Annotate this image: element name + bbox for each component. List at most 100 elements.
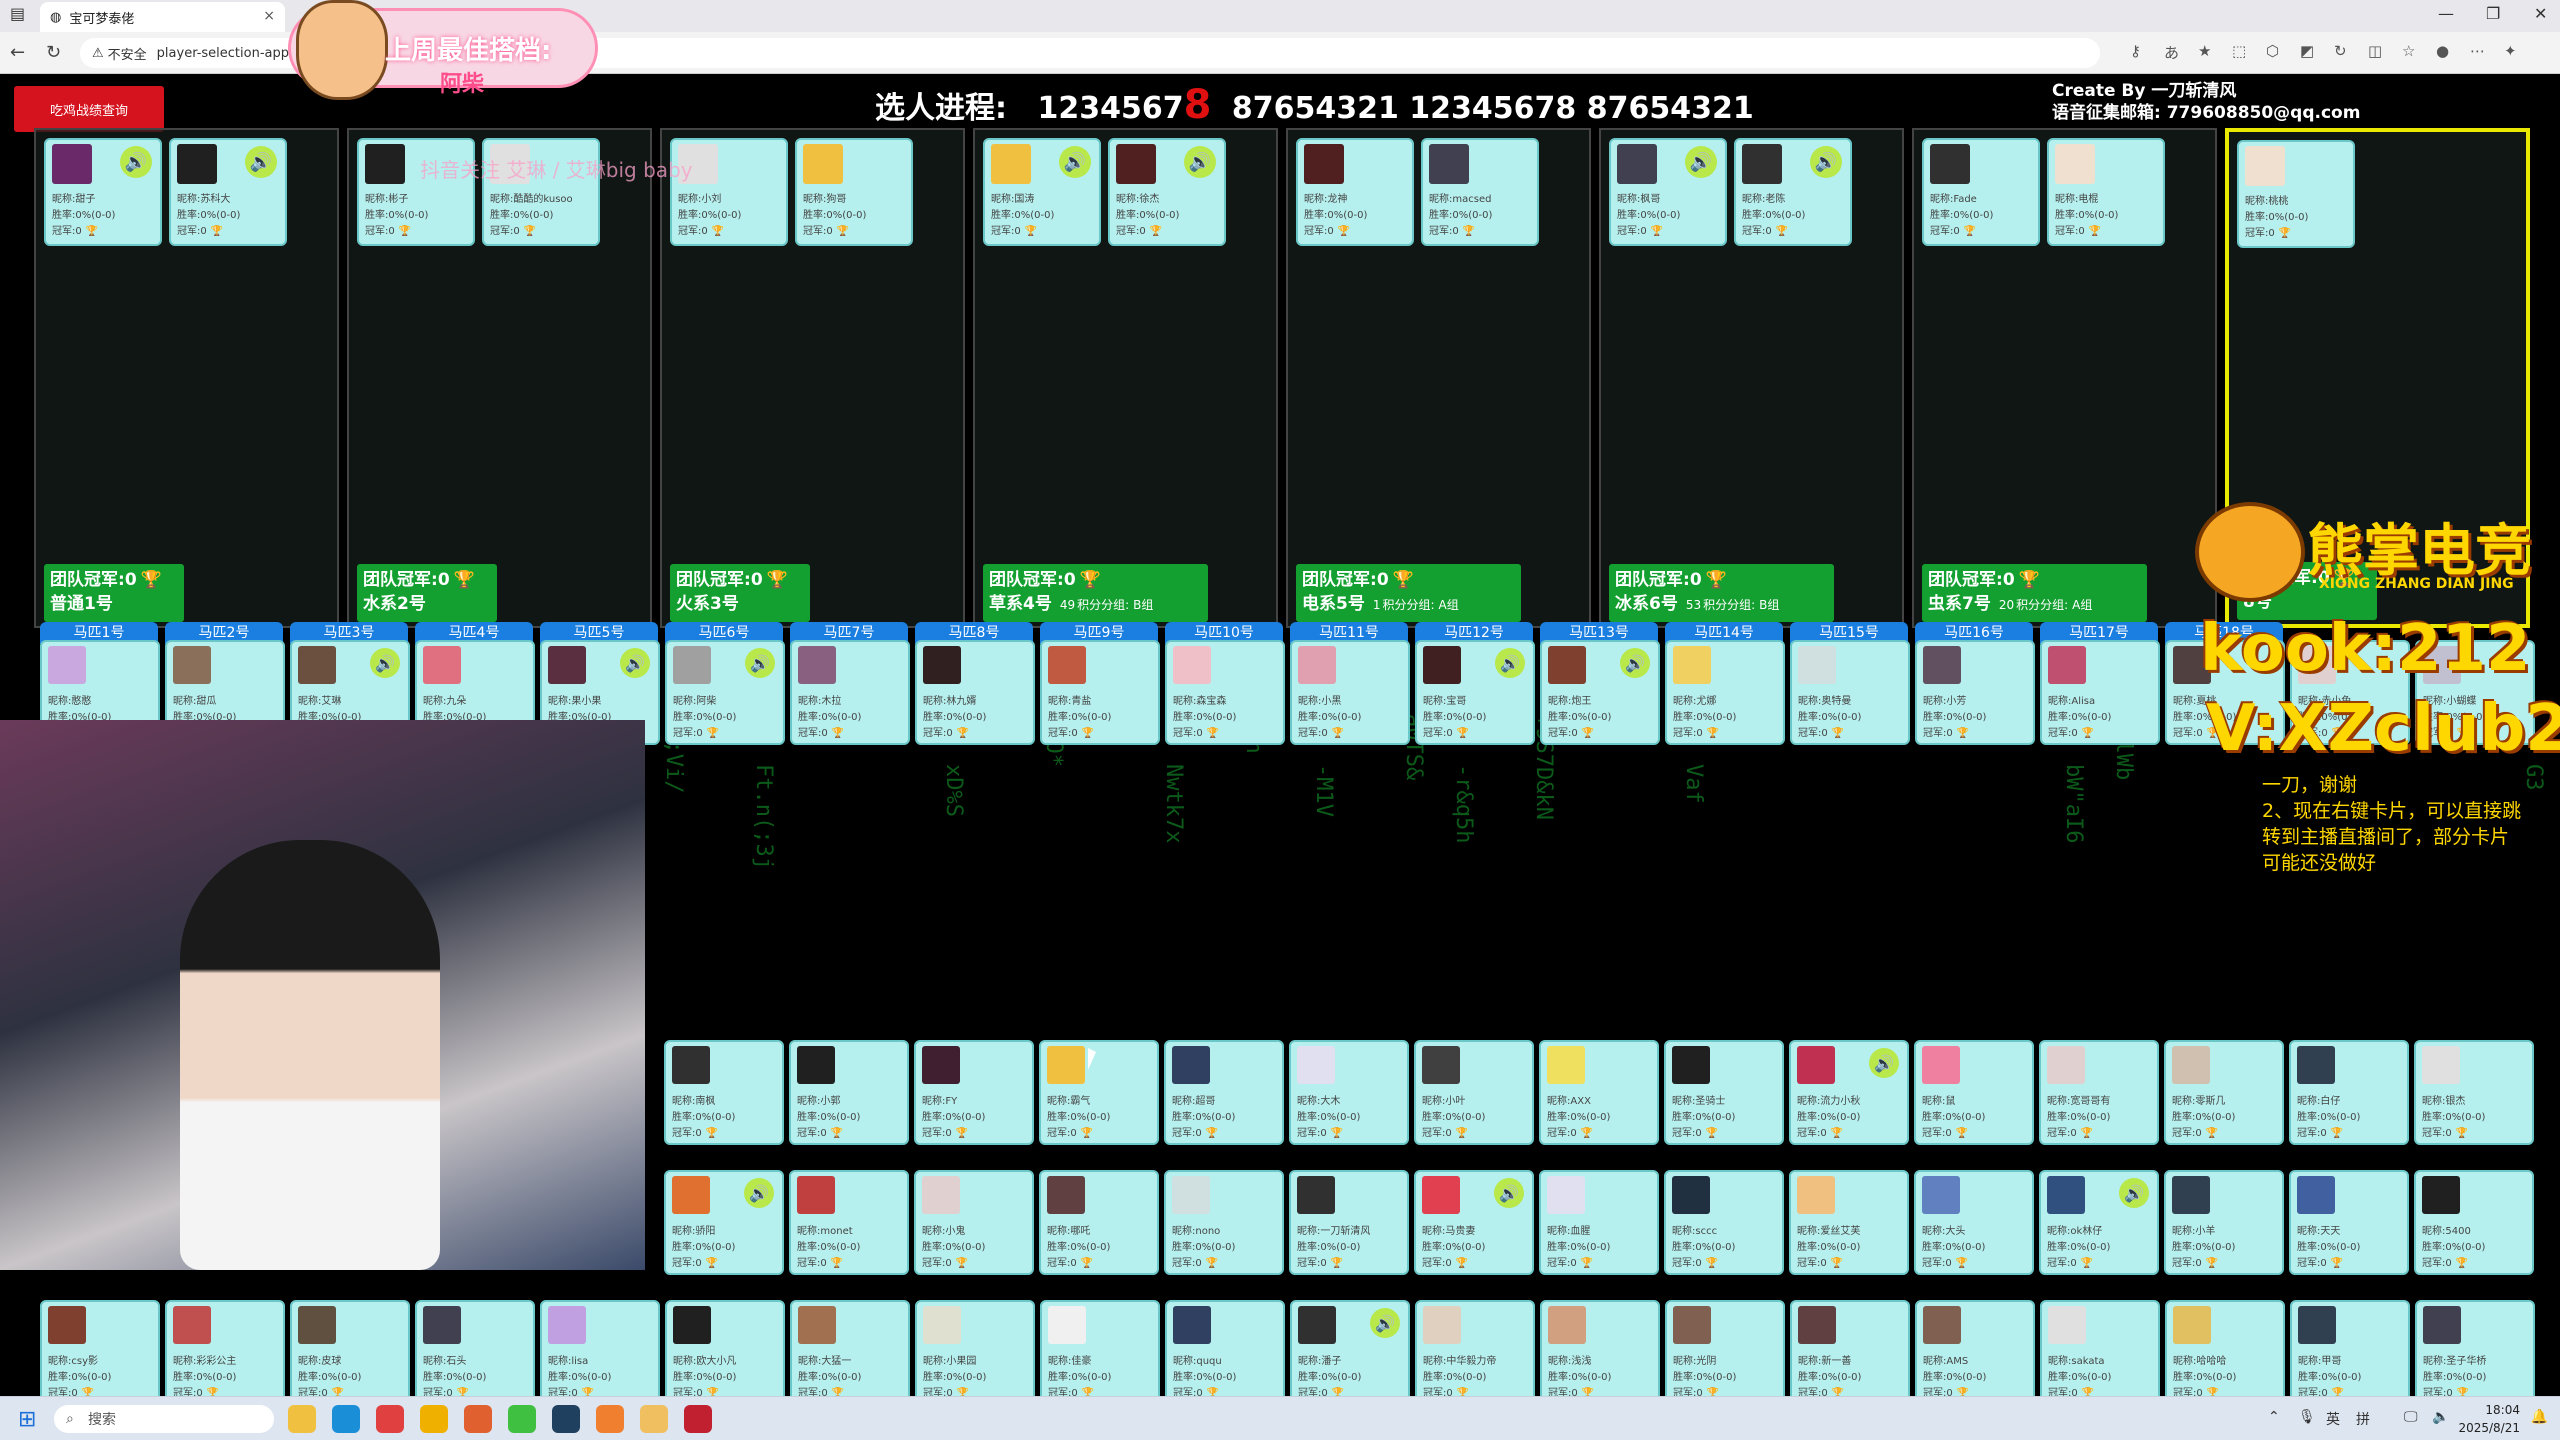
notification-icon[interactable]: 🔔 xyxy=(2531,1409,2548,1425)
query-button[interactable]: 吃鸡战绩查询 xyxy=(14,86,164,132)
player-card[interactable]: 昵称:林九婿 胜率:0%(0-0) 冠军:0 🏆 xyxy=(915,640,1035,745)
player-card[interactable]: 昵称:小叶 胜率:0%(0-0) 冠军:0 🏆 xyxy=(1414,1040,1534,1145)
player-card[interactable]: 昵称:小黑 胜率:0%(0-0) 冠军:0 🏆 xyxy=(1290,640,1410,745)
player-card[interactable]: 昵称:小鬼 胜率:0%(0-0) 冠军:0 🏆 xyxy=(914,1170,1034,1275)
player-card[interactable]: 昵称:圣子华桥 胜率:0%(0-0) 冠军:0 🏆 xyxy=(2415,1300,2535,1404)
speaker-icon[interactable]: 🔊 xyxy=(1495,648,1525,678)
mic-icon[interactable]: 🎙 xyxy=(2298,1409,2316,1425)
player-card[interactable]: 🔊 昵称:宝哥 胜率:0%(0-0) 冠军:0 🏆 xyxy=(1415,640,1535,745)
tab-close-icon[interactable]: × xyxy=(263,8,275,24)
speaker-icon[interactable]: 🔊 xyxy=(1494,1178,1524,1208)
speaker-icon[interactable]: 🔊 xyxy=(620,648,650,678)
player-card[interactable]: 昵称:sccc 胜率:0%(0-0) 冠军:0 🏆 xyxy=(1664,1170,1784,1275)
browser-tab[interactable]: ◍ 宝可梦泰佬 × xyxy=(40,2,285,32)
player-card[interactable]: 昵称:狗哥 胜率:0%(0-0) 冠军:0 🏆 xyxy=(795,138,913,246)
player-card[interactable]: 昵称:电棍 胜率:0%(0-0) 冠军:0 🏆 xyxy=(2047,138,2165,246)
tool-icon[interactable] xyxy=(684,1405,712,1433)
player-card[interactable]: 🔊 昵称:炮王 胜率:0%(0-0) 冠军:0 🏆 xyxy=(1540,640,1660,745)
player-card[interactable]: 昵称:霸气 胜率:0%(0-0) 冠军:0 🏆 xyxy=(1039,1040,1159,1145)
player-card[interactable]: 🔊 昵称:苏科大 胜率:0%(0-0) 冠军:0 🏆 xyxy=(169,138,287,246)
taskbar-clock[interactable]: 18:04 2025/8/21 xyxy=(2458,1401,2520,1437)
wechat-icon[interactable] xyxy=(508,1405,536,1433)
player-card[interactable]: 昵称:大木 胜率:0%(0-0) 冠军:0 🏆 xyxy=(1289,1040,1409,1145)
player-card[interactable]: 昵称:佳豪 胜率:0%(0-0) 冠军:0 🏆 xyxy=(1040,1300,1160,1404)
tab-list-icon[interactable]: ▤ xyxy=(10,4,25,23)
player-card[interactable]: 昵称:尤娜 胜率:0%(0-0) 冠军:0 🏆 xyxy=(1665,640,1785,745)
player-card[interactable]: 🔊 昵称:枫哥 胜率:0%(0-0) 冠军:0 🏆 xyxy=(1609,138,1727,246)
player-card[interactable]: 昵称:白仔 胜率:0%(0-0) 冠军:0 🏆 xyxy=(2289,1040,2409,1145)
avatar-app-icon[interactable] xyxy=(640,1405,668,1433)
key-icon[interactable]: ⚷ xyxy=(2130,42,2141,60)
more-icon[interactable]: ⋯ xyxy=(2470,42,2485,60)
player-card[interactable]: 昵称:彩彩公主 胜率:0%(0-0) 冠军:0 🏆 xyxy=(165,1300,285,1404)
profile-icon[interactable]: ● xyxy=(2436,42,2449,60)
player-card[interactable]: 昵称:青盐 胜率:0%(0-0) 冠军:0 🏆 xyxy=(1040,640,1160,745)
player-card[interactable]: 🔊 昵称:阿柴 胜率:0%(0-0) 冠军:0 🏆 xyxy=(665,640,785,745)
speaker-icon[interactable]: 🔊 xyxy=(1620,648,1650,678)
speaker-icon[interactable]: 🔊 xyxy=(744,1178,774,1208)
player-card[interactable]: 昵称:5400 胜率:0%(0-0) 冠军:0 🏆 xyxy=(2414,1170,2534,1275)
player-card[interactable]: 昵称:血腥 胜率:0%(0-0) 冠军:0 🏆 xyxy=(1539,1170,1659,1275)
player-card[interactable]: 昵称:csy影 胜率:0%(0-0) 冠军:0 🏆 xyxy=(40,1300,160,1404)
split-icon[interactable]: ◫ xyxy=(2368,42,2382,60)
outlook-icon[interactable]: ◩ xyxy=(2300,42,2314,60)
speaker-icon[interactable]: 🔊 xyxy=(745,648,775,678)
player-card[interactable]: 昵称:圣骑士 胜率:0%(0-0) 冠军:0 🏆 xyxy=(1664,1040,1784,1145)
chrome-icon[interactable] xyxy=(376,1405,404,1433)
live-icon[interactable] xyxy=(596,1405,624,1433)
extension-icon[interactable]: ⬡ xyxy=(2266,42,2279,60)
player-card[interactable]: 昵称:新一善 胜率:0%(0-0) 冠军:0 🏆 xyxy=(1790,1300,1910,1404)
player-card[interactable]: 昵称:AMS 胜率:0%(0-0) 冠军:0 🏆 xyxy=(1915,1300,2035,1404)
player-card[interactable]: 昵称:中华毅力帝 胜率:0%(0-0) 冠军:0 🏆 xyxy=(1415,1300,1535,1404)
player-card[interactable]: 昵称:爱丝艾芙 胜率:0%(0-0) 冠军:0 🏆 xyxy=(1789,1170,1909,1275)
player-card[interactable]: 昵称:龙神 胜率:0%(0-0) 冠军:0 🏆 xyxy=(1296,138,1414,246)
speaker-icon[interactable]: 🔊 xyxy=(1184,146,1216,178)
player-card[interactable]: 🔊 昵称:徐杰 胜率:0%(0-0) 冠军:0 🏆 xyxy=(1108,138,1226,246)
restore-button[interactable]: ❐ xyxy=(2486,4,2500,23)
star-icon[interactable]: ★ xyxy=(2198,42,2211,60)
player-card[interactable]: 昵称:sakata 胜率:0%(0-0) 冠军:0 🏆 xyxy=(2040,1300,2160,1404)
network-icon[interactable]: 🖵 xyxy=(2404,1409,2418,1425)
player-card[interactable]: 昵称:哪吒 胜率:0%(0-0) 冠军:0 🏆 xyxy=(1039,1170,1159,1275)
player-card[interactable]: 昵称:超哥 胜率:0%(0-0) 冠军:0 🏆 xyxy=(1164,1040,1284,1145)
ime-mode[interactable]: 拼 xyxy=(2356,1409,2370,1429)
player-card[interactable]: 🔊 昵称:国涛 胜率:0%(0-0) 冠军:0 🏆 xyxy=(983,138,1101,246)
player-card[interactable]: 昵称:甲哥 胜率:0%(0-0) 冠军:0 🏆 xyxy=(2290,1300,2410,1404)
player-card[interactable]: 昵称:鼠 胜率:0%(0-0) 冠军:0 🏆 xyxy=(1914,1040,2034,1145)
player-card[interactable]: 昵称:AXX 胜率:0%(0-0) 冠军:0 🏆 xyxy=(1539,1040,1659,1145)
back-icon[interactable]: ← xyxy=(10,42,25,63)
steam-icon[interactable] xyxy=(552,1405,580,1433)
player-card[interactable]: 昵称:大猛一 胜率:0%(0-0) 冠军:0 🏆 xyxy=(790,1300,910,1404)
game-icon[interactable] xyxy=(464,1405,492,1433)
windows-start-icon[interactable]: ⊞ xyxy=(18,1407,36,1432)
speaker-icon[interactable]: 🔊 xyxy=(370,648,400,678)
speaker-icon[interactable]: 🔊 xyxy=(1370,1308,1400,1338)
player-card[interactable]: 昵称:木拉 胜率:0%(0-0) 冠军:0 🏆 xyxy=(790,640,910,745)
translate-icon[interactable]: あ xyxy=(2164,42,2179,63)
file-explorer-icon[interactable] xyxy=(288,1405,316,1433)
speaker-icon[interactable]: 🔊 xyxy=(1059,146,1091,178)
player-card[interactable]: 昵称:零斯几 胜率:0%(0-0) 冠军:0 🏆 xyxy=(2164,1040,2284,1145)
speaker-icon[interactable]: 🔊 xyxy=(1810,146,1842,178)
player-card[interactable]: 昵称:石头 胜率:0%(0-0) 冠军:0 🏆 xyxy=(415,1300,535,1404)
player-card[interactable]: 昵称:小郭 胜率:0%(0-0) 冠军:0 🏆 xyxy=(789,1040,909,1145)
app-icon[interactable] xyxy=(420,1405,448,1433)
player-card[interactable]: 昵称:FY 胜率:0%(0-0) 冠军:0 🏆 xyxy=(914,1040,1034,1145)
player-card[interactable]: 🔊 昵称:老陈 胜率:0%(0-0) 冠军:0 🏆 xyxy=(1734,138,1852,246)
reload-icon[interactable]: ↻ xyxy=(46,42,61,63)
player-card[interactable]: 昵称:小果园 胜率:0%(0-0) 冠军:0 🏆 xyxy=(915,1300,1035,1404)
player-card[interactable]: 昵称:Fade 胜率:0%(0-0) 冠军:0 🏆 xyxy=(1922,138,2040,246)
player-card[interactable]: 昵称:光阴 胜率:0%(0-0) 冠军:0 🏆 xyxy=(1665,1300,1785,1404)
speaker-icon[interactable]: 🔊 xyxy=(1869,1048,1899,1078)
player-card[interactable]: 🔊 昵称:潘子 胜率:0%(0-0) 冠军:0 🏆 xyxy=(1290,1300,1410,1404)
player-card[interactable]: 昵称:奥特曼 胜率:0%(0-0) 冠军:0 🏆 xyxy=(1790,640,1910,745)
edge-icon[interactable] xyxy=(332,1405,360,1433)
speaker-icon[interactable]: 🔊 xyxy=(120,146,152,178)
player-card[interactable]: 昵称:lisa 胜率:0%(0-0) 冠军:0 🏆 xyxy=(540,1300,660,1404)
speaker-icon[interactable]: 🔊 xyxy=(2119,1178,2149,1208)
tray-chevron-icon[interactable]: ⌃ xyxy=(2268,1409,2280,1425)
player-card[interactable]: 昵称:南枫 胜率:0%(0-0) 冠军:0 🏆 xyxy=(664,1040,784,1145)
player-card[interactable]: 昵称:小羊 胜率:0%(0-0) 冠军:0 🏆 xyxy=(2164,1170,2284,1275)
ime-lang[interactable]: 英 xyxy=(2326,1409,2340,1429)
player-card[interactable]: 昵称:欧大小凡 胜率:0%(0-0) 冠军:0 🏆 xyxy=(665,1300,785,1404)
